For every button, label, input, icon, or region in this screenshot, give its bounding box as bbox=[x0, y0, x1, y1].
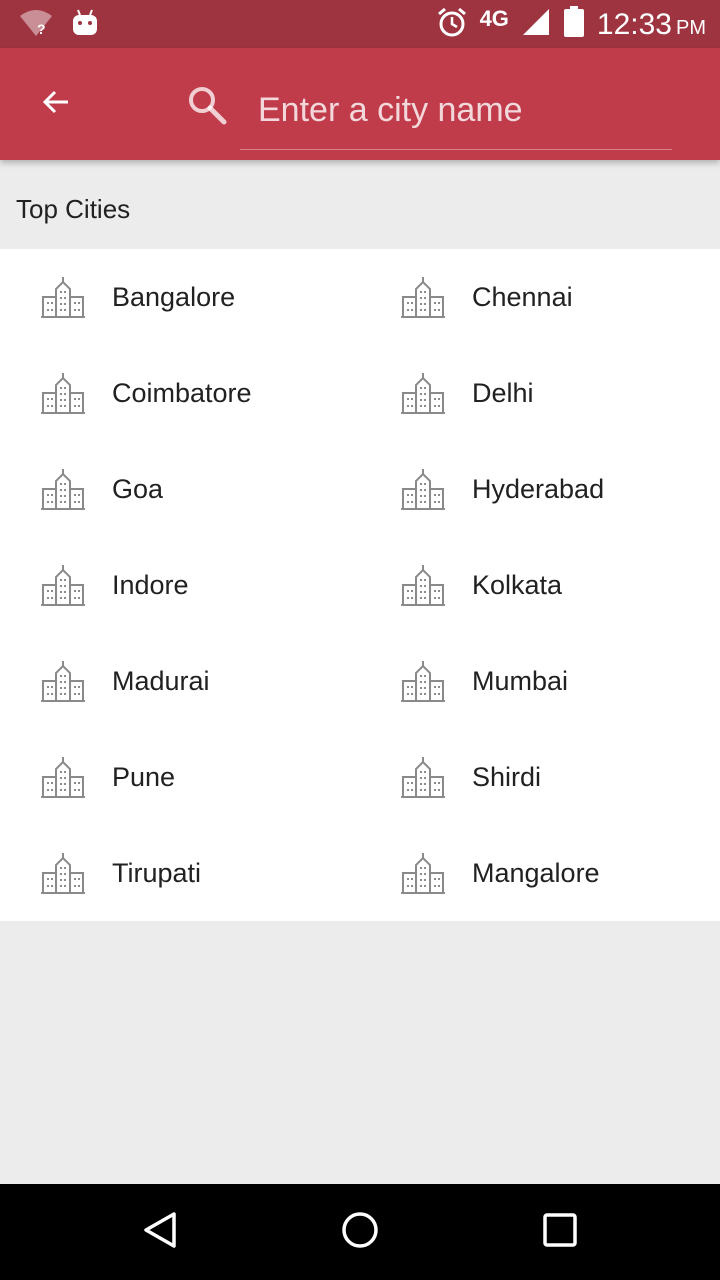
city-name: Mangalore bbox=[472, 857, 600, 888]
city-item[interactable]: Pune bbox=[0, 729, 360, 825]
city-buildings-icon bbox=[40, 563, 86, 607]
city-item[interactable]: Kolkata bbox=[360, 537, 720, 633]
city-buildings-icon bbox=[400, 851, 446, 895]
city-name: Coimbatore bbox=[112, 377, 252, 408]
nav-home-button[interactable] bbox=[336, 1208, 384, 1256]
arrow-back-icon bbox=[42, 88, 70, 121]
search-icon bbox=[186, 84, 228, 126]
city-grid: Bangalore Chennai Coimbatore Delhi Goa H… bbox=[0, 249, 720, 921]
city-item[interactable]: Bangalore bbox=[0, 249, 360, 345]
city-buildings-icon bbox=[400, 467, 446, 511]
city-name: Hyderabad bbox=[472, 473, 605, 504]
city-buildings-icon bbox=[40, 467, 86, 511]
svg-text:?: ? bbox=[37, 21, 46, 37]
city-name: Chennai bbox=[472, 281, 573, 312]
city-buildings-icon bbox=[400, 659, 446, 703]
section-header: Top Cities bbox=[0, 170, 720, 248]
city-buildings-icon bbox=[400, 563, 446, 607]
system-nav-bar bbox=[0, 1184, 720, 1280]
city-item[interactable]: Tirupati bbox=[0, 825, 360, 921]
city-name: Indore bbox=[112, 569, 189, 600]
city-item[interactable]: Goa bbox=[0, 441, 360, 537]
city-name: Tirupati bbox=[112, 857, 202, 888]
home-circle-icon bbox=[340, 1210, 380, 1255]
city-item[interactable]: Shirdi bbox=[360, 729, 720, 825]
city-buildings-icon bbox=[40, 275, 86, 319]
city-name: Madurai bbox=[112, 665, 210, 696]
city-buildings-icon bbox=[40, 755, 86, 799]
city-item[interactable]: Mangalore bbox=[360, 825, 720, 921]
city-item[interactable]: Mumbai bbox=[360, 633, 720, 729]
back-button[interactable] bbox=[28, 76, 84, 132]
recents-square-icon bbox=[540, 1210, 580, 1255]
city-buildings-icon bbox=[40, 851, 86, 895]
city-name: Mumbai bbox=[472, 665, 569, 696]
city-name: Shirdi bbox=[472, 761, 542, 792]
city-buildings-icon bbox=[40, 659, 86, 703]
section-title: Top Cities bbox=[16, 193, 131, 224]
city-buildings-icon bbox=[400, 275, 446, 319]
nav-back-button[interactable] bbox=[136, 1208, 184, 1256]
city-name: Goa bbox=[112, 473, 164, 504]
city-buildings-icon bbox=[400, 755, 446, 799]
city-name: Pune bbox=[112, 761, 176, 792]
city-name: Kolkata bbox=[472, 569, 563, 600]
clock-ampm: PM bbox=[676, 16, 706, 39]
city-item[interactable]: Delhi bbox=[360, 345, 720, 441]
clock: 12:33 PM bbox=[597, 8, 706, 42]
city-buildings-icon bbox=[400, 371, 446, 415]
city-buildings-icon bbox=[40, 371, 86, 415]
status-bar: ? 4G 12:33 PM bbox=[0, 0, 720, 48]
android-debug-icon bbox=[72, 9, 98, 42]
city-item[interactable]: Madurai bbox=[0, 633, 360, 729]
alarm-icon bbox=[436, 6, 468, 43]
nav-recents-button[interactable] bbox=[536, 1208, 584, 1256]
city-item[interactable]: Hyderabad bbox=[360, 441, 720, 537]
clock-time: 12:33 bbox=[596, 7, 672, 41]
city-name: Bangalore bbox=[112, 281, 236, 312]
city-item[interactable]: Indore bbox=[0, 537, 360, 633]
city-search-input[interactable] bbox=[256, 91, 701, 130]
wifi-unknown-icon: ? bbox=[18, 8, 54, 43]
city-item[interactable]: Coimbatore bbox=[0, 345, 360, 441]
city-item[interactable]: Chennai bbox=[360, 249, 720, 345]
app-bar bbox=[0, 48, 720, 160]
city-name: Delhi bbox=[472, 377, 534, 408]
search-field[interactable] bbox=[240, 72, 701, 150]
signal-icon bbox=[521, 7, 551, 42]
battery-icon bbox=[563, 6, 585, 43]
network-type: 4G bbox=[479, 5, 509, 31]
back-triangle-icon bbox=[140, 1210, 180, 1255]
